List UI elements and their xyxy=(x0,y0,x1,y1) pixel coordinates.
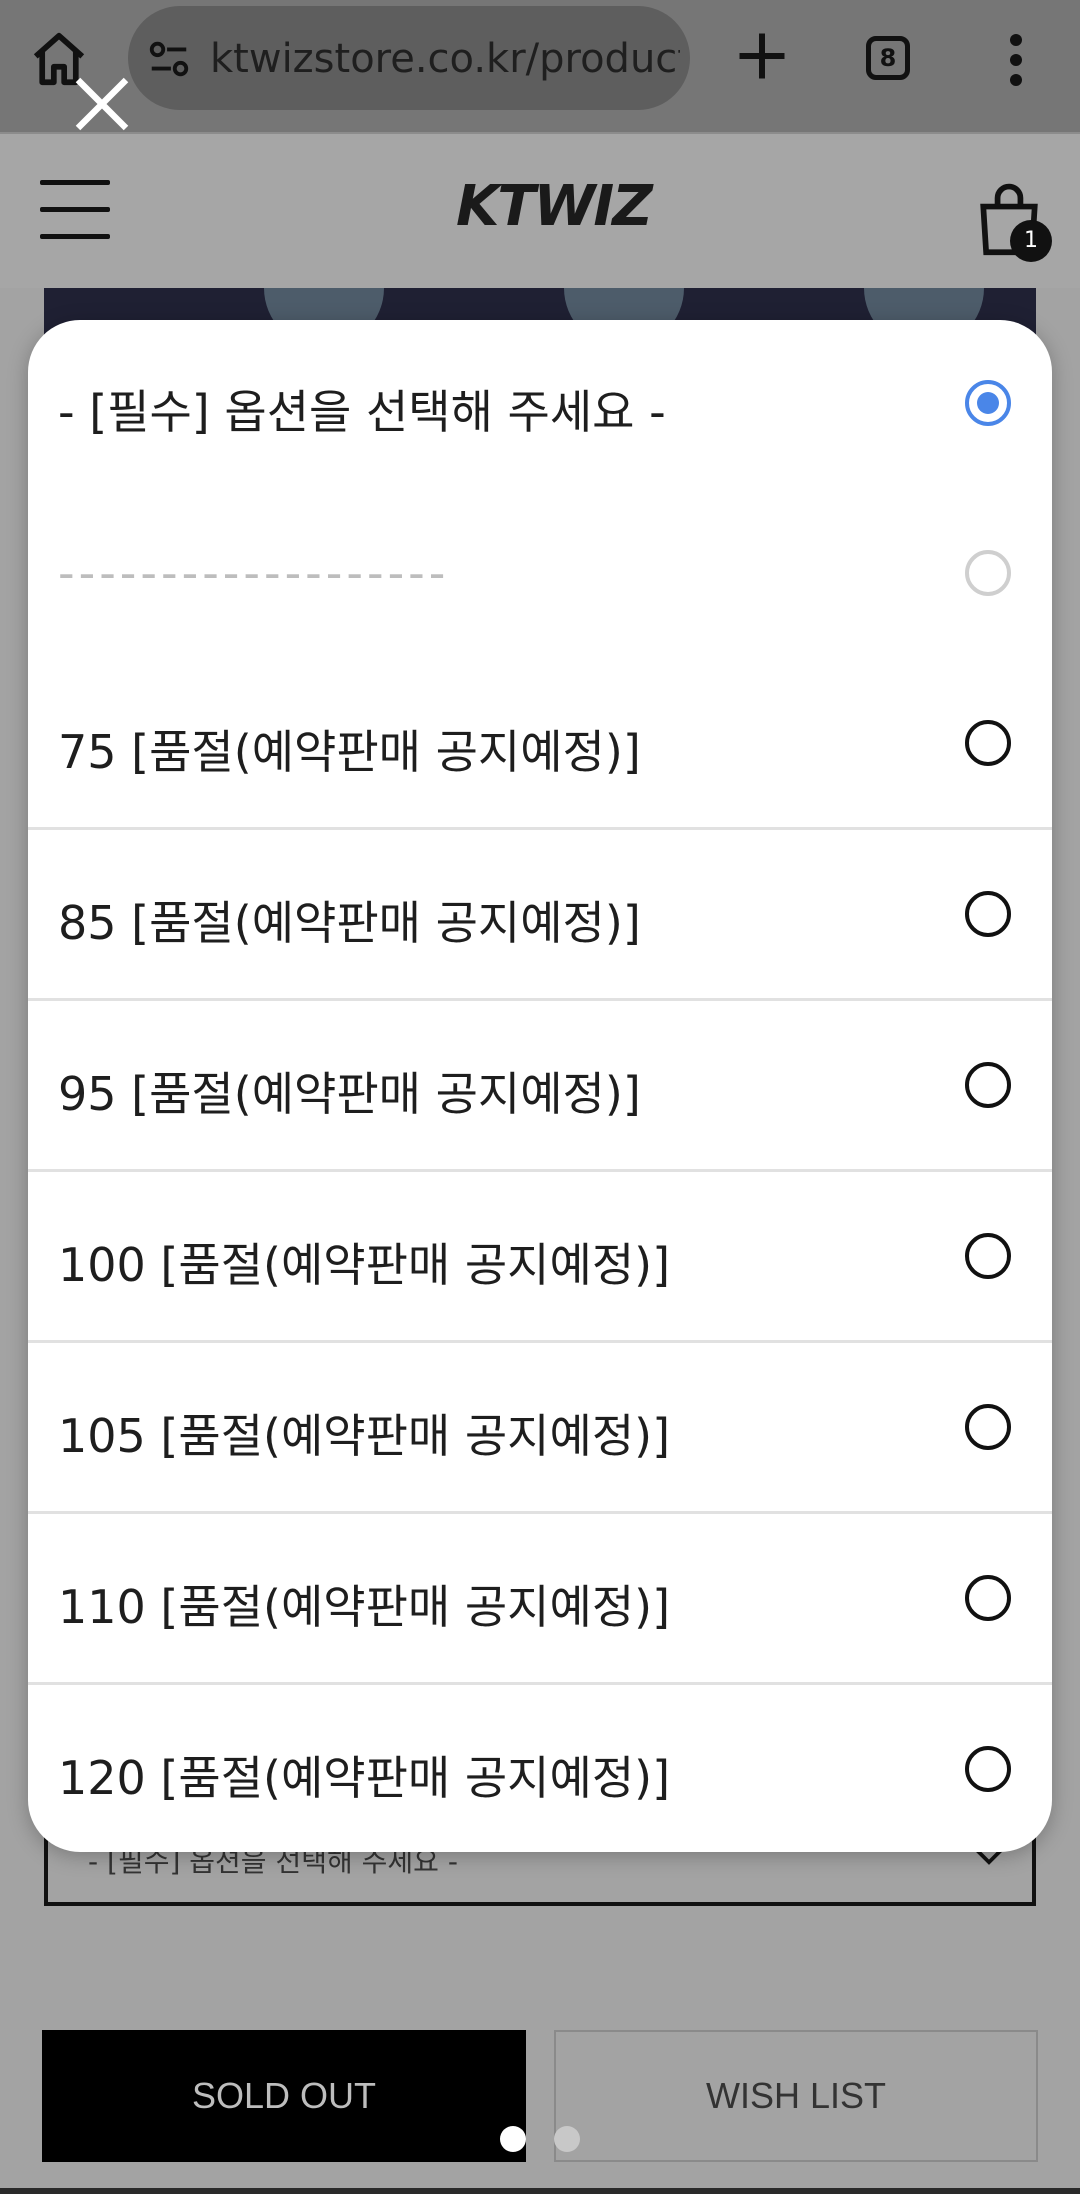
option-item[interactable]: 105 [품절(예약판매 공지예정)] xyxy=(28,1344,1052,1514)
divider xyxy=(28,1169,1052,1172)
option-label: 105 [품절(예약판매 공지예정)] xyxy=(58,1409,671,1463)
option-picker-sheet: - [필수] 옵션을 선택해 주세요 - -------------------… xyxy=(28,320,1052,1852)
radio-button[interactable] xyxy=(965,380,1011,426)
more-vert-icon[interactable] xyxy=(996,30,1036,90)
plus-icon[interactable] xyxy=(732,26,792,86)
option-item: ------------------- xyxy=(28,490,1052,660)
radio-button[interactable] xyxy=(965,1746,1011,1792)
page-indicator-dot xyxy=(554,2126,580,2152)
cart-count-badge: 1 xyxy=(1010,220,1052,262)
divider xyxy=(28,1340,1052,1343)
system-nav-bar xyxy=(0,2188,1080,2194)
close-icon[interactable] xyxy=(70,72,134,136)
radio-button xyxy=(965,550,1011,596)
option-label: 120 [품절(예약판매 공지예정)] xyxy=(58,1751,671,1805)
option-item[interactable]: 100 [품절(예약판매 공지예정)] xyxy=(28,1173,1052,1343)
option-item[interactable]: 120 [품절(예약판매 공지예정)] xyxy=(28,1686,1052,1852)
divider xyxy=(28,1682,1052,1685)
menu-icon[interactable] xyxy=(40,180,110,240)
option-separator: ------------------- xyxy=(58,546,450,600)
option-label: 100 [품절(예약판매 공지예정)] xyxy=(58,1238,671,1292)
browser-toolbar: ktwizstore.co.kr/product. 8 xyxy=(0,0,1080,132)
option-item[interactable]: - [필수] 옵션을 선택해 주세요 - xyxy=(28,320,1052,490)
url-text: ktwizstore.co.kr/product. xyxy=(210,36,680,82)
site-logo[interactable]: KTWIZ xyxy=(456,174,653,239)
radio-button[interactable] xyxy=(965,1233,1011,1279)
page-indicator-dot xyxy=(500,2126,526,2152)
divider xyxy=(28,827,1052,830)
option-label: 110 [품절(예약판매 공지예정)] xyxy=(58,1580,671,1634)
option-label: 95 [품절(예약판매 공지예정)] xyxy=(58,1067,641,1121)
address-bar[interactable]: ktwizstore.co.kr/product. xyxy=(128,6,690,110)
site-info-icon[interactable] xyxy=(146,36,192,82)
wish-list-button[interactable]: WISH LIST xyxy=(554,2030,1038,2162)
divider xyxy=(28,1511,1052,1514)
radio-button[interactable] xyxy=(965,891,1011,937)
divider xyxy=(28,998,1052,1001)
radio-button[interactable] xyxy=(965,1404,1011,1450)
radio-button[interactable] xyxy=(965,1575,1011,1621)
site-header: KTWIZ 1 xyxy=(0,134,1080,288)
option-item[interactable]: 110 [품절(예약판매 공지예정)] xyxy=(28,1515,1052,1685)
option-label: 85 [품절(예약판매 공지예정)] xyxy=(58,896,641,950)
option-label: 75 [품절(예약판매 공지예정)] xyxy=(58,725,641,779)
option-item[interactable]: 95 [품절(예약판매 공지예정)] xyxy=(28,1002,1052,1172)
option-label: - [필수] 옵션을 선택해 주세요 - xyxy=(58,385,666,439)
radio-button[interactable] xyxy=(965,1062,1011,1108)
option-item[interactable]: 75 [품절(예약판매 공지예정)] xyxy=(28,660,1052,830)
radio-button[interactable] xyxy=(965,720,1011,766)
sold-out-button[interactable]: SOLD OUT xyxy=(42,2030,526,2162)
option-item[interactable]: 85 [품절(예약판매 공지예정)] xyxy=(28,831,1052,1001)
tab-switcher-icon[interactable]: 8 xyxy=(866,36,910,80)
